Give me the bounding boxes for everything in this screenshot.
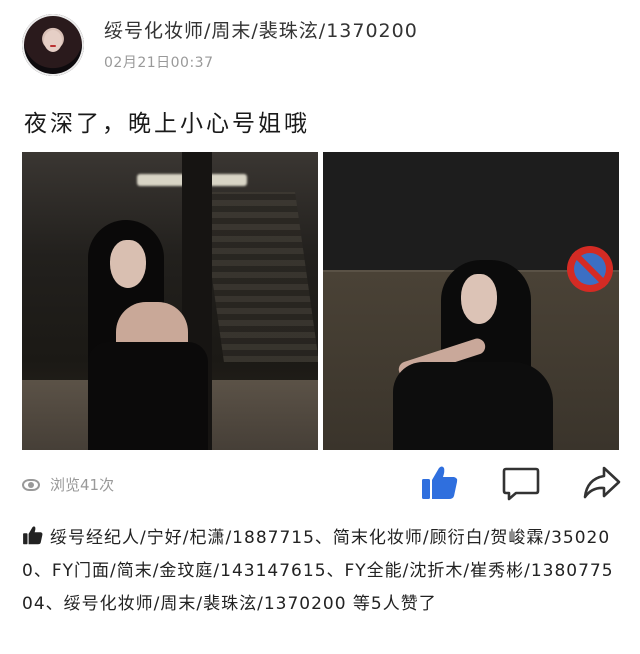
username[interactable]: 绥号化妆师/周末/裴珠泫/1370200 [104, 16, 418, 43]
avatar[interactable] [22, 14, 84, 76]
view-count: 浏览41次 [22, 474, 114, 495]
comment-icon [502, 467, 540, 501]
post-photo-1[interactable] [22, 152, 318, 450]
post-header: 绥号化妆师/周末/裴珠泫/1370200 02月21日00:37 [22, 14, 622, 78]
like-button[interactable] [420, 464, 460, 502]
share-button[interactable] [582, 464, 622, 502]
comment-button[interactable] [502, 464, 542, 502]
thumb-up-icon [23, 526, 43, 545]
share-icon [583, 466, 621, 499]
thumb-up-icon [422, 466, 458, 499]
post-photo-2[interactable] [323, 152, 619, 450]
likes-text[interactable]: 绥号经纪人/宁好/杞潇/1887715、简末化妆师/顾衍白/贺峻霖/350200… [22, 528, 614, 614]
likes-summary: 绥号经纪人/宁好/杞潇/1887715、简末化妆师/顾衍白/贺峻霖/350200… [22, 522, 620, 621]
eye-icon [22, 478, 40, 491]
view-count-label: 浏览41次 [50, 476, 115, 494]
post-text: 夜深了，晚上小心号姐哦 [24, 111, 310, 137]
post-timestamp: 02月21日00:37 [104, 55, 214, 71]
